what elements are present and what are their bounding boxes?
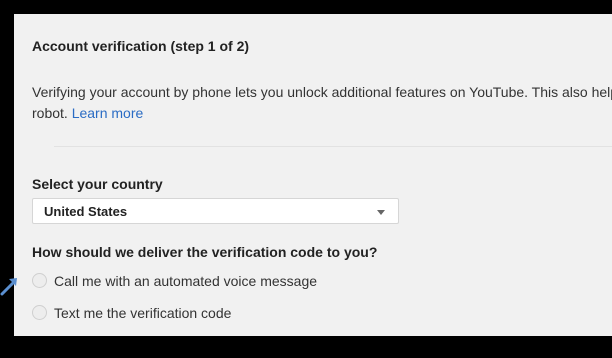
- page-title: Account verification (step 1 of 2): [32, 38, 250, 54]
- country-label: Select your country: [32, 176, 163, 192]
- description: Verifying your account by phone lets you…: [32, 82, 612, 124]
- description-line-2: robot. Learn more: [32, 103, 612, 124]
- radio-button-call[interactable]: [32, 273, 47, 288]
- delivery-question: How should we deliver the verification c…: [32, 244, 378, 260]
- learn-more-link[interactable]: Learn more: [72, 105, 144, 121]
- radio-label-text[interactable]: Text me the verification code: [54, 305, 231, 321]
- radio-button-text[interactable]: [32, 305, 47, 320]
- description-line-1: Verifying your account by phone lets you…: [32, 84, 612, 100]
- divider: [54, 146, 612, 147]
- arrow-pointer-icon: [0, 278, 17, 296]
- country-select-value: United States: [44, 204, 128, 219]
- description-line-2-text: robot.: [32, 105, 68, 121]
- radio-label-call[interactable]: Call me with an automated voice message: [54, 273, 317, 289]
- country-select[interactable]: United States: [32, 198, 399, 224]
- verification-panel: Account verification (step 1 of 2) Verif…: [14, 14, 612, 336]
- chevron-down-icon: [377, 210, 385, 215]
